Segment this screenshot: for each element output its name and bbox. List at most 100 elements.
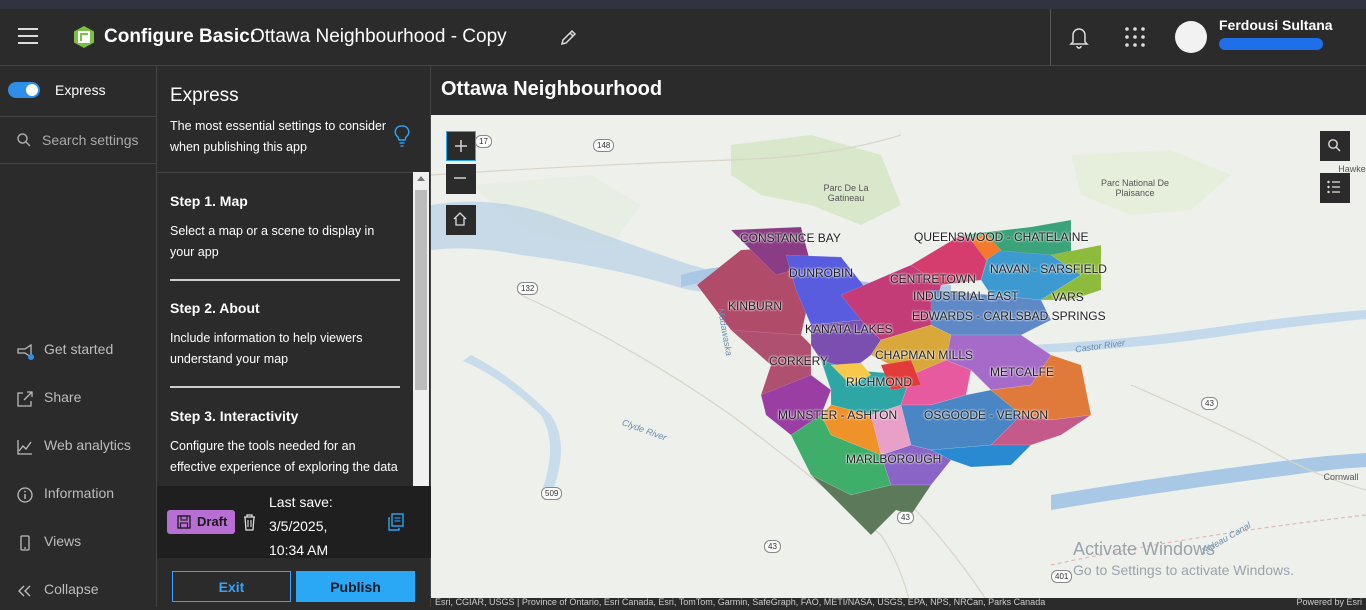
user-name[interactable]: Ferdousi Sultana (1219, 17, 1333, 33)
step-map[interactable]: Step 1. Map Select a map or a scene to d… (170, 193, 400, 263)
step-title: Step 3. Interactivity (170, 408, 299, 424)
nav-share[interactable]: Share (0, 378, 156, 418)
scrollbar-thumb[interactable] (415, 190, 427, 390)
save-status-bar: Draft Last save: 3/5/2025, 10:34 AM (157, 486, 431, 558)
nav-views[interactable]: Views (0, 522, 156, 562)
edit-title-icon[interactable] (559, 27, 579, 47)
legend-button[interactable] (1320, 173, 1350, 203)
hood-label: CHAPMAN MILLS (875, 348, 974, 362)
highway-shield: 43 (897, 511, 914, 524)
app-title-name: Ottawa Neighbourhood - Copy (250, 26, 507, 47)
attribution-text: Esri, CGIAR, USGS | Province of Ontario,… (435, 598, 1046, 607)
hood-label: CONSTANCE BAY (740, 231, 841, 245)
publish-button[interactable]: Publish (296, 571, 415, 602)
highway-shield: 17 (475, 135, 492, 148)
hood-label: EDWARDS - CARLSBAD SPRINGS (912, 309, 1106, 323)
search-icon (17, 133, 31, 147)
hood-label: KANATA LAKES (805, 322, 893, 336)
hood-label: QUEENSWOOD - CHATELAINE (914, 230, 1089, 244)
info-icon (17, 487, 33, 503)
last-save-time: 10:34 AM (269, 542, 329, 558)
preview-header: Ottawa Neighbourhood (431, 66, 1366, 115)
user-avatar[interactable] (1175, 21, 1207, 53)
nav-label: Share (44, 389, 82, 405)
powered-by-esri[interactable]: Powered by Esri (1296, 598, 1362, 607)
copy-icon[interactable] (387, 513, 405, 531)
scroll-up-arrow-icon[interactable] (417, 176, 425, 181)
step-description: Configure the tools needed for an effect… (170, 439, 398, 474)
map-search-button[interactable] (1320, 131, 1350, 161)
share-icon (17, 391, 33, 407)
hood-label: DUNROBIN (789, 266, 854, 280)
zoom-out-button[interactable] (446, 164, 476, 194)
hood-label: METCALFE (990, 365, 1055, 379)
menu-icon[interactable] (18, 28, 38, 44)
hood-label: NAVAN - SARSFIELD (990, 262, 1107, 276)
step-description: Include information to help viewers unde… (170, 331, 363, 366)
hood-label: CENTRETOWN (890, 272, 976, 286)
hood-label: MARLBOROUGH (846, 452, 942, 466)
lightbulb-icon[interactable] (393, 124, 411, 148)
hood-label: OSGOODE - VERNON (924, 408, 1049, 422)
place-label: Parc National De Plaisance (1100, 178, 1170, 198)
settings-sidebar: Express Get started Share Web analytics (0, 66, 157, 607)
home-button[interactable] (446, 205, 476, 235)
steps-scrollbar[interactable] (413, 172, 429, 486)
legend-list-icon (1327, 180, 1340, 194)
last-save-label: Last save: (269, 494, 333, 510)
step-divider (170, 386, 400, 388)
search-icon (1328, 139, 1341, 152)
home-icon (453, 212, 467, 226)
draft-label: Draft (197, 514, 228, 529)
nav-get-started[interactable]: Get started (0, 330, 156, 370)
trash-icon[interactable] (242, 513, 257, 531)
draft-badge[interactable]: Draft (167, 510, 235, 534)
step-divider (170, 279, 400, 281)
search-settings-input[interactable] (42, 129, 152, 151)
nav-label: Web analytics (44, 437, 131, 453)
panel-title: Express (170, 85, 239, 106)
panel-description: The most essential settings to consider … (170, 119, 387, 154)
app-launcher-grid-icon[interactable] (1124, 26, 1146, 48)
nav-web-analytics[interactable]: Web analytics (0, 426, 156, 466)
highway-shield: 132 (517, 282, 539, 295)
nav-label: Get started (44, 341, 114, 357)
highway-shield: 401 (1051, 570, 1073, 583)
last-save-info: Last save: 3/5/2025, 10:34 AM (269, 490, 379, 562)
express-toggle[interactable] (8, 82, 40, 98)
step-interactivity[interactable]: Step 3. Interactivity Configure the tool… (170, 408, 400, 478)
device-icon (20, 535, 30, 551)
hood-label: VARS (1052, 290, 1084, 304)
nav-information[interactable]: Information (0, 474, 156, 514)
user-handle-redacted (1219, 38, 1323, 50)
step-about[interactable]: Step 2. About Include information to hel… (170, 300, 400, 370)
notifications-bell-icon[interactable] (1068, 25, 1090, 49)
app-title-prefix: Configure Basic: (104, 26, 257, 47)
preview-title: Ottawa Neighbourhood (441, 78, 663, 100)
minus-icon (454, 177, 466, 179)
hood-label: MUNSTER - ASHTON (778, 408, 898, 422)
search-settings[interactable] (0, 116, 156, 164)
zoom-in-button[interactable] (446, 131, 476, 161)
highway-shield: 43 (764, 540, 781, 553)
analytics-icon (17, 440, 32, 455)
step-title: Step 1. Map (170, 193, 248, 209)
exit-button[interactable]: Exit (172, 571, 291, 602)
watermark-line1: Activate Windows (1073, 539, 1216, 559)
highway-shield: 148 (593, 139, 615, 152)
nav-collapse[interactable]: Collapse (0, 570, 156, 610)
highway-shield: 43 (1201, 397, 1218, 410)
collapse-icon (18, 585, 31, 597)
step-description: Select a map or a scene to display in yo… (170, 224, 375, 259)
app-logo-icon (74, 26, 94, 48)
window-top-strip (0, 0, 1366, 9)
place-label: Cornwall (1323, 472, 1359, 482)
express-toggle-label: Express (55, 82, 106, 98)
map-view[interactable]: CONSTANCE BAY QUEENSWOOD - CHATELAINE DU… (431, 115, 1366, 607)
watermark-line2: Go to Settings to activate Windows. (1073, 562, 1294, 578)
place-label: Parc De La Gatineau (823, 183, 869, 203)
header-divider (1050, 9, 1051, 66)
nav-label: Collapse (44, 581, 99, 597)
map-attribution[interactable]: Esri, CGIAR, USGS | Province of Ontario,… (431, 598, 1366, 607)
hood-label: INDUSTRIAL EAST (913, 289, 1019, 303)
